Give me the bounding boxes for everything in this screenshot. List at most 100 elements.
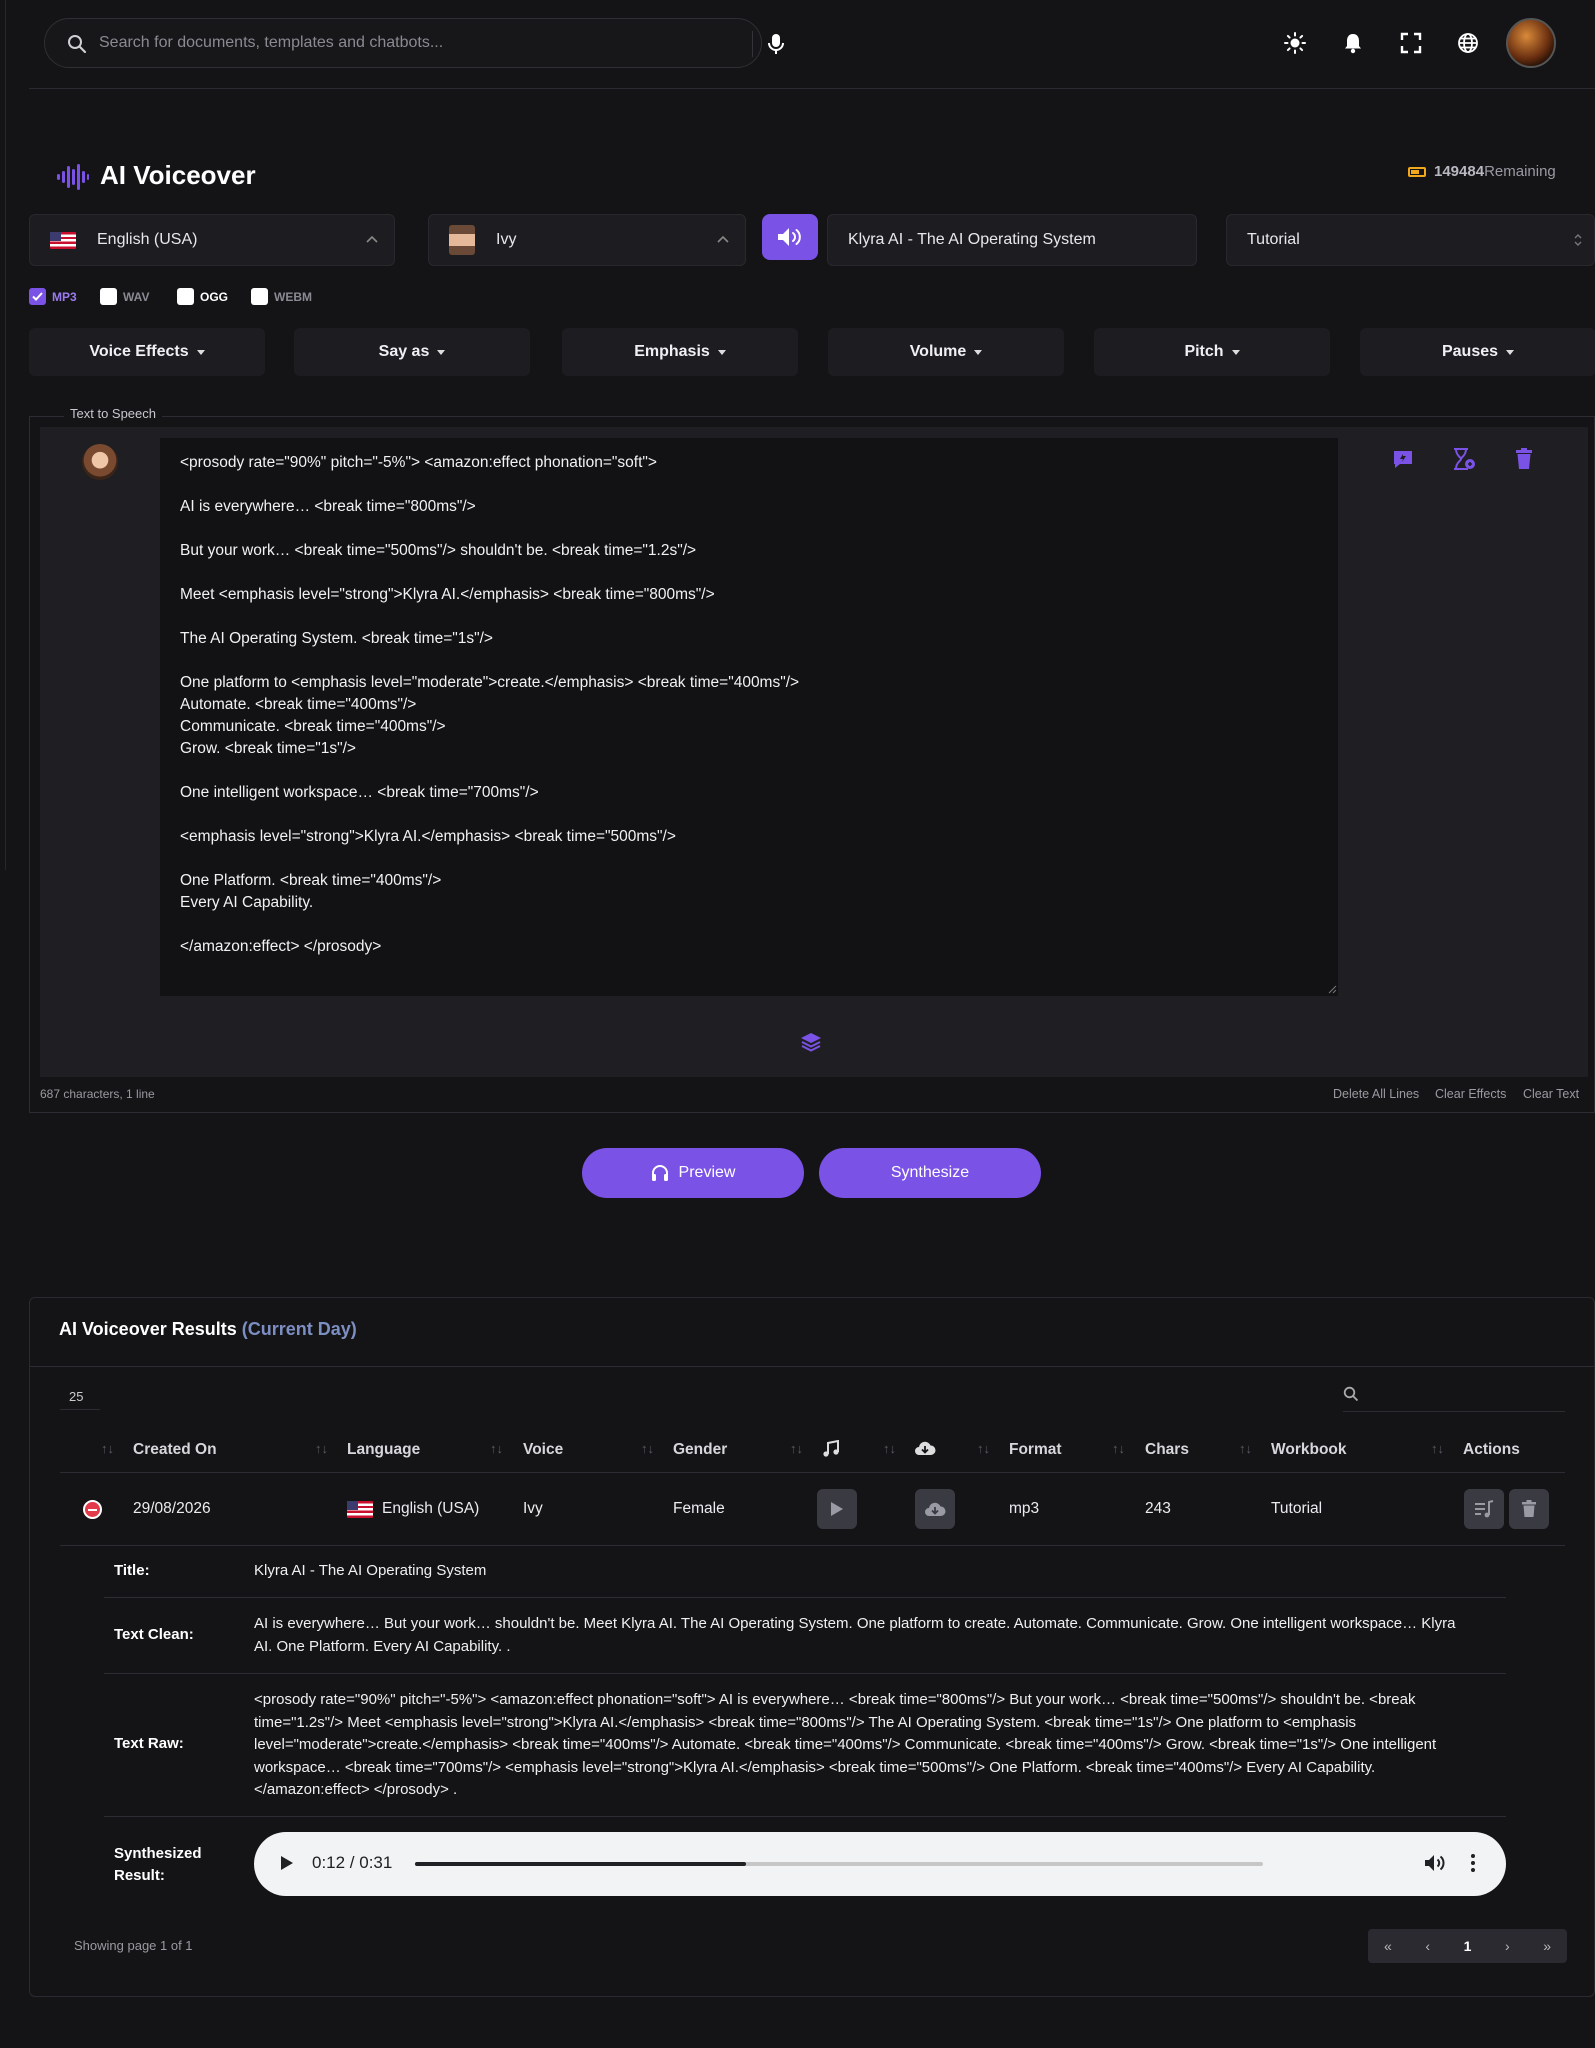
prev-page-icon[interactable]: ‹ <box>1408 1929 1448 1963</box>
table-search-input[interactable] <box>1343 1380 1565 1412</box>
col-voice[interactable]: Voice <box>523 1441 563 1459</box>
trash-icon <box>1521 1500 1537 1518</box>
resize-grip-icon[interactable] <box>1328 985 1337 994</box>
download-button[interactable] <box>915 1489 955 1529</box>
first-page-icon[interactable]: « <box>1368 1929 1408 1963</box>
title-input-value: Klyra AI - The AI Operating System <box>848 231 1096 248</box>
language-select[interactable]: English (USA) <box>29 214 395 266</box>
format-mp3[interactable]: MP3 <box>29 288 77 305</box>
current-page[interactable]: 1 <box>1448 1929 1488 1963</box>
user-avatar[interactable] <box>1506 18 1556 68</box>
add-to-playlist-button[interactable] <box>1464 1489 1504 1529</box>
play-icon <box>830 1501 844 1517</box>
comment-icon[interactable] <box>1392 448 1414 470</box>
search-input[interactable] <box>99 29 699 57</box>
col-workbook[interactable]: Workbook <box>1271 1441 1347 1459</box>
pitch-dropdown[interactable]: Pitch <box>1094 328 1330 376</box>
sort-icon[interactable]: ↑↓ <box>1431 1441 1444 1456</box>
delete-all-lines-link[interactable]: Delete All Lines <box>1333 1087 1419 1101</box>
col-language[interactable]: Language <box>347 1441 420 1459</box>
checkbox-icon[interactable] <box>251 288 268 305</box>
caret-down-icon <box>437 349 446 355</box>
pagination: « ‹ 1 › » <box>1368 1929 1567 1963</box>
col-gender[interactable]: Gender <box>673 1441 727 1459</box>
row-voice: Ivy <box>523 1500 543 1517</box>
sun-icon[interactable] <box>1284 32 1306 54</box>
sort-icon[interactable]: ↑↓ <box>1239 1441 1252 1456</box>
ssml-text-area[interactable]: <prosody rate="90%" pitch="-5%"> <amazon… <box>160 438 1338 996</box>
trash-icon[interactable] <box>1514 448 1534 470</box>
play-button[interactable] <box>817 1489 857 1529</box>
checkbox-icon[interactable] <box>177 288 194 305</box>
sort-icon[interactable]: ↑↓ <box>1112 1441 1125 1456</box>
sort-icon[interactable]: ↑↓ <box>977 1441 990 1456</box>
delete-result-button[interactable] <box>1509 1489 1549 1529</box>
results-divider <box>30 1366 1594 1367</box>
voice-select[interactable]: Ivy <box>428 214 746 266</box>
synthesize-button[interactable]: Synthesize <box>819 1148 1041 1198</box>
format-wav[interactable]: WAV <box>100 288 149 305</box>
volume-dropdown[interactable]: Volume <box>828 328 1064 376</box>
clear-text-link[interactable]: Clear Text <box>1523 1087 1579 1101</box>
row-language: English (USA) <box>347 1500 479 1518</box>
detail-title-label: Title: <box>114 1562 150 1579</box>
caret-down-icon <box>1506 349 1515 355</box>
voice-effects-dropdown[interactable]: Voice Effects <box>29 328 265 376</box>
volume-icon <box>777 226 803 248</box>
next-page-icon[interactable]: › <box>1487 1929 1527 1963</box>
search-bar[interactable] <box>44 18 784 68</box>
row-created-on: 29/08/2026 <box>133 1500 211 1517</box>
results-title: AI Voiceover Results (Current Day) <box>59 1319 357 1340</box>
sort-icon[interactable]: ↑↓ <box>641 1441 654 1456</box>
bell-icon[interactable] <box>1342 32 1364 54</box>
workbook-select[interactable]: Tutorial <box>1226 214 1595 266</box>
caret-down-icon <box>1231 349 1240 355</box>
title-input[interactable]: Klyra AI - The AI Operating System <box>827 214 1197 266</box>
col-created-on[interactable]: Created On <box>133 1441 217 1459</box>
play-icon[interactable] <box>280 1855 294 1871</box>
sort-icon[interactable]: ↑↓ <box>101 1441 114 1456</box>
sort-icon[interactable]: ↑↓ <box>315 1441 328 1456</box>
listen-voice-button[interactable] <box>762 214 818 260</box>
format-webm[interactable]: WEBM <box>251 288 312 305</box>
globe-icon[interactable] <box>1457 32 1479 54</box>
page-length-select[interactable]: 25 <box>60 1380 100 1410</box>
sort-icon[interactable]: ↑↓ <box>790 1441 803 1456</box>
format-ogg[interactable]: OGG <box>177 288 228 305</box>
hourglass-icon[interactable] <box>1452 448 1476 470</box>
volume-icon[interactable] <box>1424 1853 1446 1873</box>
clear-effects-link[interactable]: Clear Effects <box>1435 1087 1506 1101</box>
credits-remaining: 149484Remaining <box>1408 163 1556 180</box>
col-chars[interactable]: Chars <box>1145 1441 1189 1459</box>
col-format[interactable]: Format <box>1009 1441 1062 1459</box>
layers-icon[interactable] <box>799 1031 823 1053</box>
chevron-up-icon <box>366 235 378 243</box>
audio-seek-bar[interactable] <box>415 1862 1263 1866</box>
collapse-row-icon[interactable] <box>83 1500 102 1519</box>
preview-button[interactable]: Preview <box>582 1148 804 1198</box>
detail-title-value: Klyra AI - The AI Operating System <box>254 1562 487 1579</box>
dropdown-label: Pauses <box>1441 343 1499 360</box>
sort-icon[interactable]: ↑↓ <box>883 1441 896 1456</box>
checkbox-icon[interactable] <box>100 288 117 305</box>
microphone-icon[interactable] <box>767 33 785 55</box>
line-voice-avatar[interactable] <box>82 444 118 480</box>
playlist-icon <box>1474 1500 1494 1518</box>
emphasis-dropdown[interactable]: Emphasis <box>562 328 798 376</box>
preview-label: Preview <box>678 1164 736 1181</box>
detail-raw-value: <prosody rate="90%" pitch="-5%"> <amazon… <box>254 1691 1437 1798</box>
voice-value: Ivy <box>496 231 517 248</box>
audio-player[interactable]: 0:12 / 0:31 <box>254 1832 1506 1896</box>
sort-icon[interactable]: ↑↓ <box>490 1441 503 1456</box>
music-note-icon <box>822 1440 840 1458</box>
detail-divider <box>104 1597 1506 1598</box>
say-as-dropdown[interactable]: Say as <box>294 328 530 376</box>
last-page-icon[interactable]: » <box>1527 1929 1567 1963</box>
detail-result-label: Synthesized Result: <box>114 1845 202 1884</box>
row-language-text: English (USA) <box>382 1500 480 1517</box>
pauses-dropdown[interactable]: Pauses <box>1360 328 1595 376</box>
fullscreen-icon[interactable] <box>1400 32 1422 54</box>
more-options-icon[interactable] <box>1470 1853 1476 1873</box>
checkbox-checked-icon[interactable] <box>29 288 46 305</box>
credits-label: Remaining <box>1484 163 1556 180</box>
